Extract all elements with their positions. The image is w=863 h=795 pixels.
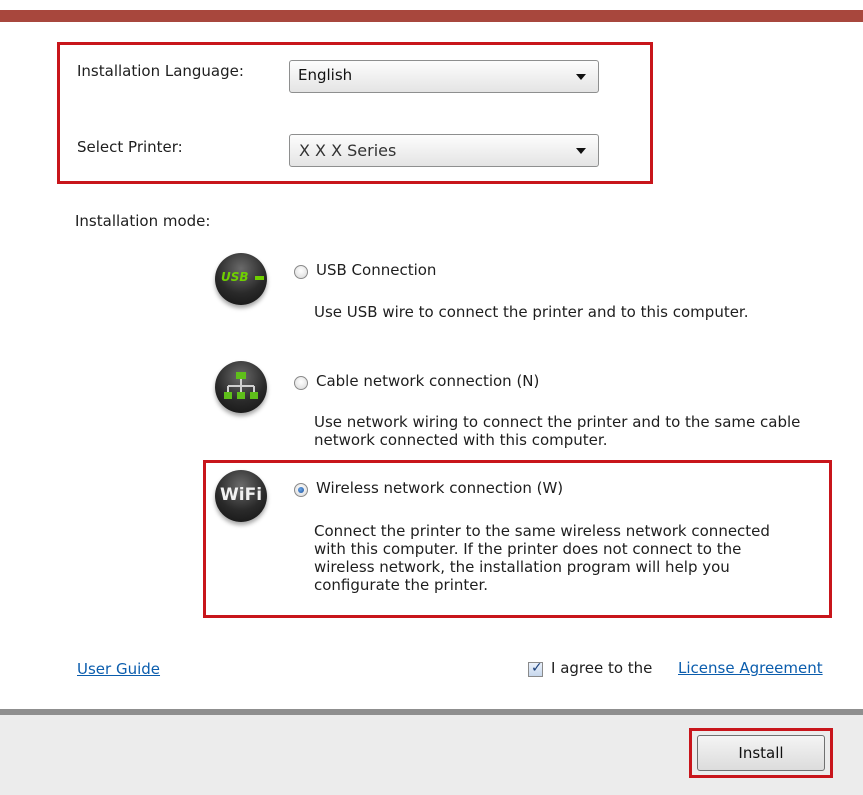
title-strip-color	[0, 10, 863, 22]
chevron-down-icon	[576, 148, 586, 154]
usb-icon: USB	[215, 253, 267, 305]
checkmark-icon: ✓	[531, 660, 543, 676]
language-select[interactable]: English	[289, 60, 599, 93]
usb-connection-radio[interactable]	[294, 265, 308, 279]
install-button[interactable]: Install	[697, 735, 825, 771]
printer-select[interactable]: X X X Series	[289, 134, 599, 167]
wireless-connection-radio[interactable]	[294, 483, 308, 497]
agree-checkbox[interactable]: ✓	[528, 660, 543, 677]
network-icon	[215, 361, 267, 413]
cable-connection-label[interactable]: Cable network connection (N)	[316, 372, 539, 390]
window-title-strip	[0, 0, 863, 22]
network-topology-icon	[224, 372, 258, 399]
printer-select-value: X X X Series	[299, 141, 397, 160]
usb-connection-description: Use USB wire to connect the printer and …	[314, 303, 749, 321]
language-select-value: English	[298, 66, 353, 84]
wifi-icon: WiFi	[215, 470, 267, 522]
cable-connection-radio[interactable]	[294, 376, 308, 390]
cable-connection-description: Use network wiring to connect the printe…	[314, 413, 801, 449]
language-label: Installation Language:	[77, 62, 244, 80]
license-agreement-link[interactable]: License Agreement	[678, 659, 823, 677]
chevron-down-icon	[576, 74, 586, 80]
wireless-connection-description: Connect the printer to the same wireless…	[314, 522, 770, 594]
agree-text: I agree to the	[551, 659, 653, 677]
wireless-connection-label[interactable]: Wireless network connection (W)	[316, 479, 563, 497]
user-guide-link[interactable]: User Guide	[77, 660, 160, 678]
installation-mode-heading: Installation mode:	[75, 212, 211, 230]
printer-label: Select Printer:	[77, 138, 183, 156]
usb-connection-label[interactable]: USB Connection	[316, 261, 436, 279]
